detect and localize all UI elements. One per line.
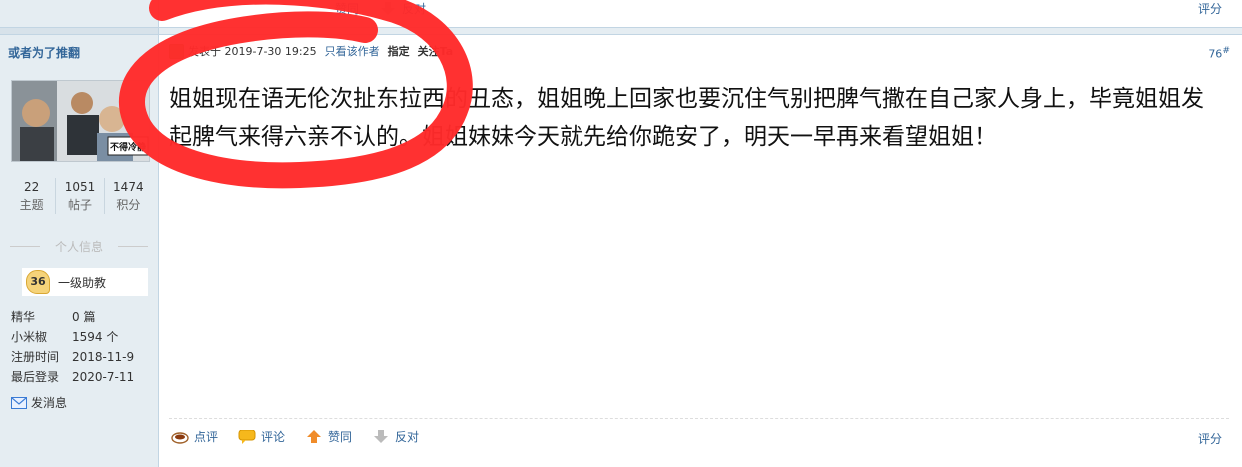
field-value: 1594 个 [72,330,119,344]
prev-rate-link[interactable]: 评分 [1198,0,1222,17]
reply-button[interactable]: 评论 [238,428,285,445]
envelope-icon [11,396,27,409]
post-separator [159,27,1242,35]
post-content: 姐姐现在语无伦次扯东拉西的丑态，姐姐晚上回家也要沉住气别把脾气撒在自己家人身上，… [169,86,1204,150]
prev-post-actions: 赞同 反对 [335,0,446,17]
stat-value: 1051 [64,180,96,194]
floor-number[interactable]: 76# [1208,45,1230,61]
author-name-link[interactable]: 或者为了推翻 [8,44,80,61]
prev-downvote-button[interactable]: 反对 [379,0,426,17]
avatar-caption: 不得冷静 [110,141,146,153]
author-sidebar: 或者为了推翻 不得冷静 22 主题 1051 帖子 1474 积分 个人信息 3… [0,0,159,467]
floor-value: 76 [1208,47,1223,61]
arrow-down-icon [374,429,389,443]
field-last-login: 最后登录 2020-7-11 [11,368,134,385]
follow-link[interactable]: 关注Ta [418,43,454,59]
field-key: 最后登录 [11,370,60,384]
sidebar-separator [0,27,158,35]
send-message-label: 发消息 [31,396,68,410]
rank-level-icon: 36 [26,270,50,294]
field-key: 精华 [11,310,36,324]
downvote-label: 反对 [395,430,420,444]
post-meta: 发表于 2019-7-30 19:25 只看该作者 指定 关注Ta [169,43,453,59]
rank-name: 一级助教 [58,275,107,290]
stat-posts[interactable]: 1051 帖子 [56,178,105,214]
downvote-button[interactable]: 反对 [372,428,419,445]
comment-label: 点评 [194,430,219,444]
field-register-date: 注册时间 2018-11-9 [11,348,134,365]
online-status-icon [169,43,184,59]
arrow-down-icon [381,1,396,15]
prev-downvote-label: 反对 [402,2,427,16]
speech-bubble-icon [238,429,256,444]
rate-link[interactable]: 评分 [1198,430,1222,447]
stat-value: 1474 [113,180,144,194]
upvote-label: 赞同 [328,430,353,444]
only-author-link[interactable]: 只看该作者 [325,43,380,59]
rank-box: 36 一级助教 [22,268,148,296]
prev-upvote-button[interactable]: 赞同 [335,0,359,17]
floor-suffix: # [1222,45,1230,56]
stat-label: 积分 [116,198,141,212]
arrow-up-icon [307,429,322,443]
post-main: 赞同 反对 评分 发表于 2019-7-30 19:25 只看该作者 指定 关注… [159,0,1242,467]
prev-upvote-label: 赞同 [335,2,360,16]
field-value: 2020-7-11 [72,370,135,384]
post-actions: 点评 评论 赞同 反对 [171,428,439,445]
personal-info-heading: 个人信息 [10,238,148,255]
stat-points[interactable]: 1474 积分 [105,178,152,214]
content-divider [169,418,1229,419]
stat-value: 22 [24,180,40,194]
field-essence: 精华 0 篇 [11,308,95,325]
field-key: 小米椒 [11,330,48,344]
field-value: 2018-11-9 [72,350,135,364]
stat-threads[interactable]: 22 主题 [8,178,57,214]
reply-label: 评论 [261,430,286,444]
comment-cup-icon [171,431,189,444]
stat-label: 主题 [19,198,44,212]
field-pepper: 小米椒 1594 个 [11,328,118,345]
comment-button[interactable]: 点评 [171,428,218,445]
stat-label: 帖子 [67,198,92,212]
field-value: 0 篇 [72,310,96,324]
specify-link[interactable]: 指定 [388,43,410,59]
posted-at: 发表于 2019-7-30 19:25 [188,45,317,58]
upvote-button[interactable]: 赞同 [305,428,352,445]
avatar[interactable]: 不得冷静 [11,80,150,162]
field-key: 注册时间 [11,350,60,364]
author-stats: 22 主题 1051 帖子 1474 积分 [8,178,152,214]
send-message-link[interactable]: 发消息 [11,394,67,411]
